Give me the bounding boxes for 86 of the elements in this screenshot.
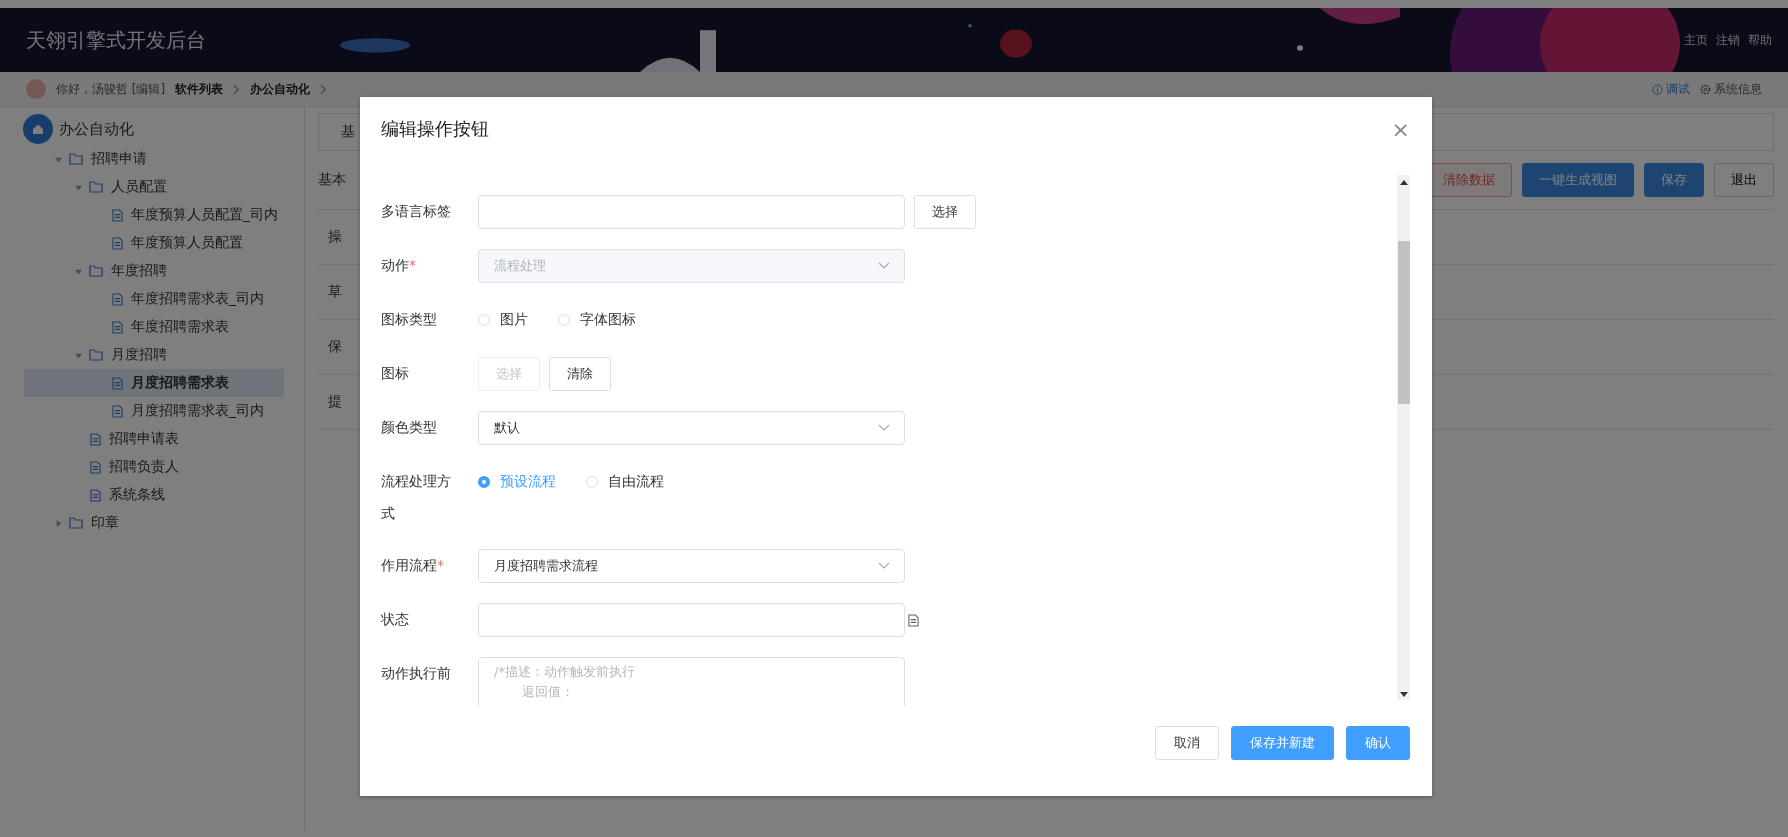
home-icon — [23, 114, 53, 144]
tree-item[interactable]: 月度招聘需求表 — [24, 369, 284, 397]
header-link[interactable]: 注销 — [1716, 31, 1740, 49]
field-label: 多语言标签 — [381, 202, 452, 221]
header-link[interactable]: 帮助 — [1748, 31, 1772, 49]
icon-action-button[interactable]: 清除 — [549, 357, 611, 391]
tree-item[interactable]: 年度招聘 — [24, 257, 284, 285]
field-label: 作用流程* — [381, 556, 445, 575]
tree-item[interactable]: 年度预算人员配置 — [24, 229, 284, 257]
select-button[interactable]: 选择 — [914, 195, 976, 229]
chevron-down-icon — [878, 262, 890, 270]
scroll-up-icon[interactable] — [1399, 180, 1408, 185]
document-icon — [112, 404, 123, 418]
field-label: 图标类型 — [381, 310, 438, 329]
field-label: 图标 — [381, 364, 410, 383]
tree-item[interactable]: 年度招聘需求表_司内 — [24, 285, 284, 313]
breadcrumb-link[interactable]: 软件列表 — [175, 80, 224, 98]
input-field[interactable] — [478, 195, 905, 229]
tab[interactable]: 基 — [341, 123, 355, 141]
document-icon — [90, 432, 101, 446]
header-link[interactable]: 主页 — [1684, 31, 1708, 49]
folder-icon — [69, 153, 83, 165]
toolbar-link[interactable]: 调试 — [1652, 80, 1690, 98]
row-label: 操 — [328, 228, 342, 246]
radio-option[interactable]: 图片 — [478, 311, 528, 329]
user-greeting: 你好，汤骏哲 [编辑] — [56, 80, 166, 98]
dialog-title: 编辑操作按钮 — [381, 117, 489, 141]
action-button[interactable]: 退出 — [1714, 163, 1774, 197]
chevron-icon — [233, 83, 241, 95]
select-field[interactable]: 月度招聘需求流程 — [478, 549, 905, 583]
folder-icon — [89, 265, 103, 277]
row-label: 保 — [328, 338, 342, 356]
field-label: 流程处理方式 — [381, 472, 452, 523]
tree-item[interactable]: 招聘负责人 — [24, 453, 284, 481]
avatar-icon — [26, 79, 46, 99]
field-label: 动作* — [381, 256, 417, 275]
toolbar-link[interactable]: 系统信息 — [1700, 80, 1762, 98]
tree-item[interactable]: 招聘申请表 — [24, 425, 284, 453]
tree-item[interactable]: 人员配置 — [24, 173, 284, 201]
document-icon — [112, 376, 123, 390]
radio-option[interactable]: 自由流程 — [586, 473, 664, 491]
field-label: 动作执行前 — [381, 664, 452, 683]
chevron-down-icon — [878, 562, 890, 570]
tree-item[interactable]: 月度招聘 — [24, 341, 284, 369]
field-label: 状态 — [381, 610, 410, 629]
footer-button[interactable]: 确认 — [1346, 726, 1410, 760]
document-icon — [112, 208, 123, 222]
placeholder-line: 返回值： — [522, 683, 574, 701]
tree-item[interactable]: 招聘申请 — [24, 145, 284, 173]
info-icon — [1652, 83, 1663, 95]
document-icon — [90, 460, 101, 474]
section-title: 基本 — [318, 171, 346, 189]
select-field[interactable]: 默认 — [478, 411, 905, 445]
footer-button[interactable]: 保存并新建 — [1231, 726, 1334, 760]
settings-icon — [1700, 83, 1711, 95]
row-label: 草 — [328, 283, 342, 301]
radio-option[interactable]: 字体图标 — [558, 311, 636, 329]
tree-root[interactable]: 办公自动化 — [59, 119, 134, 139]
document-icon — [112, 320, 123, 334]
document-icon — [112, 236, 123, 250]
row-label: 提 — [328, 393, 342, 411]
folder-icon — [69, 517, 83, 529]
input-field[interactable] — [478, 603, 905, 637]
radio-option[interactable]: 预设流程 — [478, 473, 556, 491]
document-icon — [90, 488, 101, 502]
chevron-down-icon — [878, 424, 890, 432]
tree-item[interactable]: 年度预算人员配置_司内 — [24, 201, 284, 229]
folder-icon — [89, 181, 103, 193]
tree-item[interactable]: 年度招聘需求表 — [24, 313, 284, 341]
breadcrumb-link[interactable]: 办公自动化 — [250, 80, 311, 98]
scrollbar-thumb[interactable] — [1397, 241, 1410, 404]
app-title: 天翎引擎式开发后台 — [26, 26, 206, 54]
chevron-icon — [320, 83, 328, 95]
tree-item[interactable]: 月度招聘需求表_司内 — [24, 397, 284, 425]
expand-arrow-icon[interactable] — [54, 518, 63, 528]
footer-button[interactable]: 取消 — [1155, 726, 1219, 760]
close-button[interactable]: × — [1389, 116, 1412, 142]
tree-item[interactable]: 系统条线 — [24, 481, 284, 509]
field-label: 颜色类型 — [381, 418, 438, 437]
action-button[interactable]: 保存 — [1644, 163, 1704, 197]
document-icon[interactable] — [908, 613, 919, 627]
folder-icon — [89, 349, 103, 361]
placeholder-line: /*描述：动作触发前执行 — [494, 663, 635, 681]
document-icon — [112, 292, 123, 306]
tree-item[interactable]: 印章 — [24, 509, 284, 537]
scroll-down-icon[interactable] — [1399, 692, 1408, 697]
